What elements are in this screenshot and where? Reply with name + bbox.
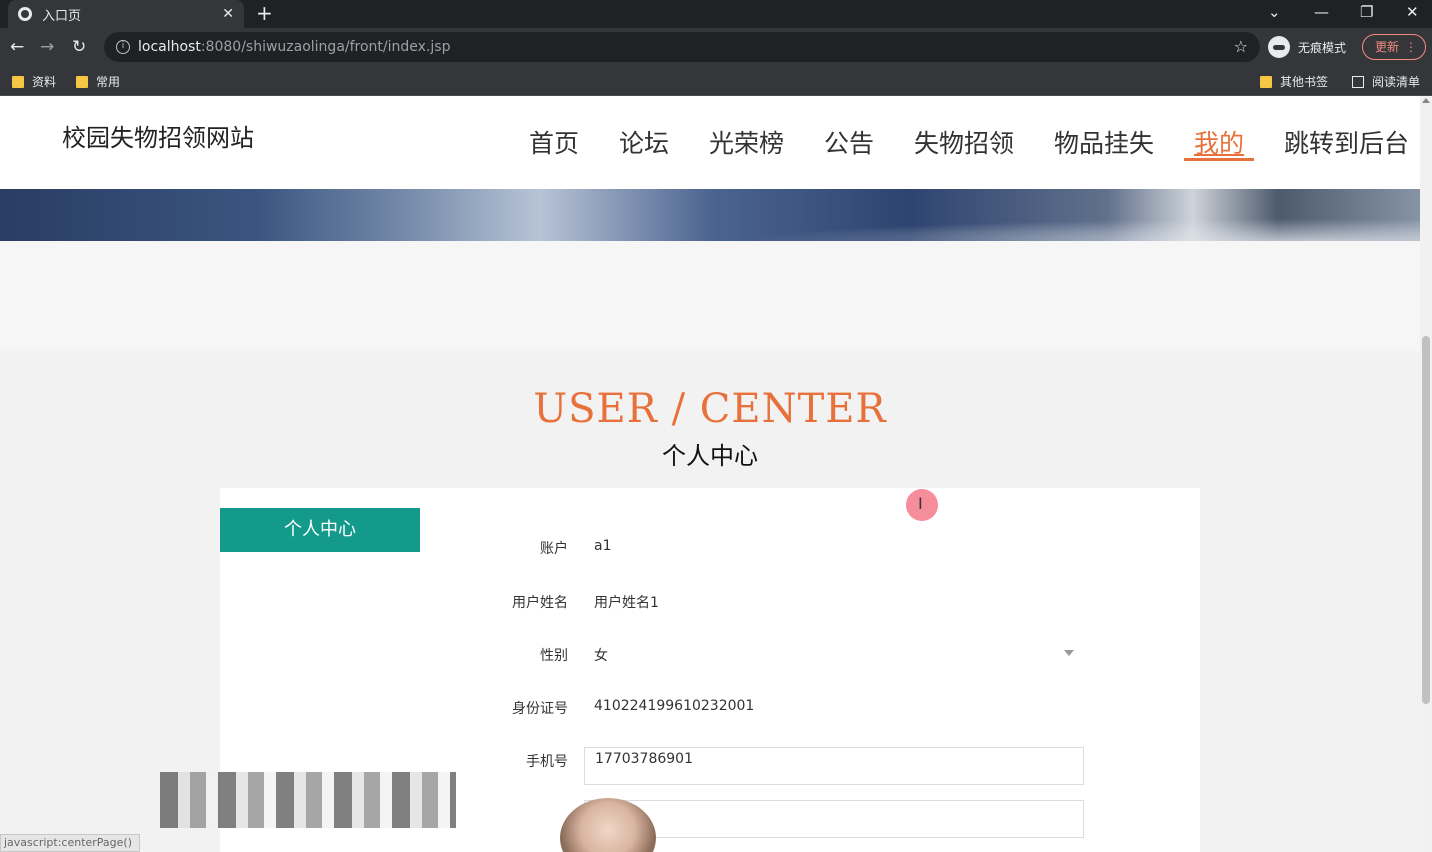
section-title-en: USER / CENTER (533, 386, 887, 432)
restore-icon[interactable]: ❐ (1360, 2, 1373, 22)
nav-honor-board[interactable]: 光荣榜 (709, 124, 784, 160)
browser-tab[interactable]: 入口页 ✕ (8, 0, 244, 28)
scrollbar-thumb[interactable] (1422, 336, 1430, 704)
browser-tab-bar: 入口页 ✕ + ⌄ — ❐ ✕ (0, 0, 1432, 28)
nav-item-loss-report[interactable]: 物品挂失 (1054, 124, 1154, 160)
phone-input[interactable]: 17703786901 (584, 747, 1084, 785)
gender-label: 性别 (540, 648, 568, 664)
nav-mine[interactable]: 我的 (1194, 124, 1244, 160)
page-scrollbar[interactable] (1420, 96, 1432, 852)
nav-home[interactable]: 首页 (529, 124, 579, 160)
reading-list-label: 阅读清单 (1372, 75, 1421, 89)
new-tab-button[interactable]: + (256, 2, 273, 24)
active-nav-underline (1184, 158, 1254, 161)
update-button[interactable]: 更新 ⋮ (1362, 34, 1426, 60)
site-header: 校园失物招领网站 首页 论坛 光荣榜 公告 失物招领 物品挂失 我的 跳转到后台 (0, 96, 1420, 189)
nav-lost-found[interactable]: 失物招领 (914, 124, 1014, 160)
tab-search-icon[interactable]: ⌄ (1268, 2, 1281, 22)
info-icon[interactable]: i (116, 40, 130, 54)
gender-select[interactable]: 女 (594, 645, 608, 665)
bookmark-label: 资料 (32, 75, 57, 89)
reload-icon[interactable]: ↻ (72, 37, 86, 57)
page-viewport: 校园失物招领网站 首页 论坛 光荣榜 公告 失物招领 物品挂失 我的 跳转到后台… (0, 96, 1420, 852)
update-label: 更新 (1375, 40, 1400, 54)
phone-label: 手机号 (526, 754, 568, 770)
more-menu-icon[interactable]: ⋮ (1405, 35, 1417, 59)
cursor-indicator (906, 489, 938, 521)
bookmark-folder-common[interactable]: 常用 (76, 73, 120, 90)
browser-toolbar: ← → ↻ i localhost :8080/shiwuzaolinga/fr… (0, 28, 1432, 66)
bookmark-label: 常用 (96, 75, 121, 89)
bookmarks-bar: 资料 常用 其他书签 阅读清单 (0, 66, 1432, 96)
close-tab-icon[interactable]: ✕ (222, 6, 234, 22)
blurred-overlay (160, 772, 456, 828)
close-window-icon[interactable]: ✕ (1406, 2, 1419, 22)
minimize-icon[interactable]: — (1314, 2, 1329, 22)
reading-list-icon (1352, 75, 1364, 88)
address-bar[interactable]: i localhost :8080/shiwuzaolinga/front/in… (104, 32, 1260, 62)
photo-field[interactable] (584, 800, 1084, 838)
globe-icon (18, 7, 32, 21)
banner-spacer (0, 241, 1420, 351)
bookmark-star-icon[interactable]: ☆ (1234, 37, 1248, 56)
url-host: localhost (138, 39, 201, 55)
other-bookmarks[interactable]: 其他书签 (1260, 73, 1328, 90)
folder-icon (1260, 75, 1272, 88)
site-title: 校园失物招领网站 (62, 124, 254, 152)
status-bar: javascript:centerPage() (0, 834, 140, 852)
scroll-up-icon[interactable] (1422, 98, 1430, 103)
incognito-icon (1268, 36, 1290, 58)
id-card-label: 身份证号 (512, 701, 568, 717)
account-label: 账户 (540, 541, 568, 557)
bookmark-folder-docs[interactable]: 资料 (12, 73, 56, 90)
tab-title: 入口页 (42, 8, 82, 24)
account-value: a1 (594, 538, 612, 554)
nav-notice[interactable]: 公告 (824, 124, 874, 160)
folder-icon (12, 75, 24, 88)
section-title-cn: 个人中心 (662, 442, 758, 470)
reading-list[interactable]: 阅读清单 (1352, 73, 1420, 90)
nav-admin[interactable]: 跳转到后台 (1284, 124, 1409, 160)
back-icon[interactable]: ← (10, 37, 24, 57)
banner-image (0, 189, 1420, 241)
name-label: 用户姓名 (512, 595, 568, 611)
folder-icon (76, 75, 88, 88)
chevron-down-icon[interactable] (1064, 650, 1074, 656)
name-value[interactable]: 用户姓名1 (594, 592, 659, 612)
forward-icon[interactable]: → (40, 37, 54, 57)
other-bookmarks-label: 其他书签 (1280, 75, 1329, 89)
nav-forum[interactable]: 论坛 (619, 124, 669, 160)
personal-center-button[interactable]: 个人中心 (220, 508, 420, 552)
id-card-value[interactable]: 410224199610232001 (594, 698, 754, 714)
incognito-indicator[interactable]: 无痕模式 (1268, 33, 1346, 61)
incognito-label: 无痕模式 (1298, 40, 1347, 55)
url-path: :8080/shiwuzaolinga/front/index.jsp (200, 39, 451, 55)
